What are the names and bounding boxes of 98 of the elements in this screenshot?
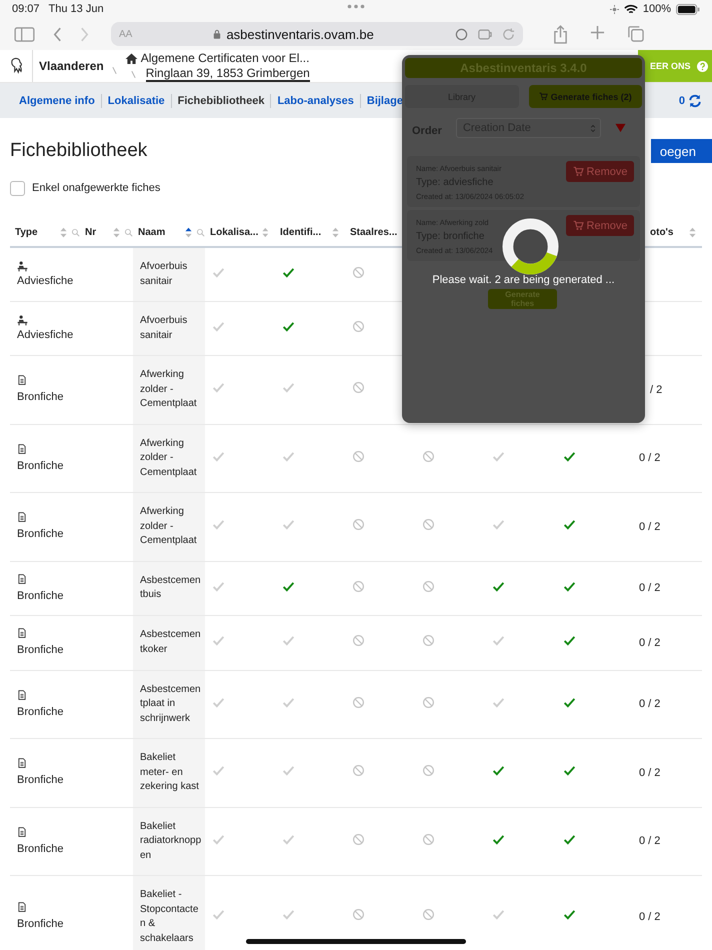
lion-logo[interactable] — [8, 57, 24, 75]
type-text: Bronfiche — [17, 704, 64, 719]
clock-time: 09:07 — [12, 3, 40, 15]
help-icon[interactable] — [696, 60, 708, 72]
type-text: Bronfiche — [17, 773, 64, 788]
address-bar[interactable]: AA asbestinventaris.ovam.be — [111, 22, 523, 46]
desk-icon — [17, 260, 28, 272]
wifi-icon — [624, 4, 638, 14]
dots-icon — [347, 4, 365, 9]
name-text: Afvoerbuis sanitair — [140, 315, 188, 340]
type-text: Bronfiche — [17, 458, 64, 473]
battery-percent: 100% — [642, 3, 671, 15]
type-text: Bronfiche — [17, 842, 64, 856]
type-text: Bronfiche — [17, 527, 64, 542]
loading-message: Please wait. 2 are being generated ... — [431, 274, 616, 286]
name-text: Afwerking zolder - Cementplaat — [140, 438, 197, 478]
name-text: Bakeliet meter- en zekering kast — [140, 752, 199, 792]
tabs-icon[interactable] — [627, 24, 644, 42]
sort-direction-icon[interactable] — [614, 123, 626, 133]
separator-icon — [112, 66, 117, 74]
desk-icon — [17, 314, 28, 326]
photo-count: 0 / 2 — [639, 698, 660, 710]
name-text: Afvoerbuis sanitair — [140, 261, 188, 286]
document-icon — [17, 690, 27, 700]
nav-tab[interactable]: Lokalisatie — [108, 92, 165, 108]
name-text: Afwerking zolder - Cementplaat — [140, 369, 197, 409]
photo-count: 0 / 2 — [639, 452, 660, 464]
search-icon[interactable] — [71, 228, 80, 236]
checkbox[interactable] — [10, 180, 25, 196]
forward-icon[interactable] — [80, 26, 89, 42]
nav-tab[interactable]: Bijlage — [366, 92, 403, 108]
photo-count: 0 / 2 — [639, 766, 660, 778]
type-text: Bronfiche — [17, 588, 64, 603]
reload-icon[interactable] — [502, 28, 515, 40]
name-text: Afwerking zolder - Cementplaat — [140, 506, 197, 546]
nav-tab[interactable]: Labo-analyses — [277, 92, 354, 108]
brand-name[interactable]: Vlaanderen — [33, 59, 112, 73]
column-header[interactable]: Nr — [85, 226, 96, 238]
cart-icon — [572, 220, 584, 231]
type-text: Bronfiche — [17, 390, 64, 404]
column-header[interactable]: Type — [15, 226, 38, 238]
separator-icon — [130, 70, 136, 78]
document-icon — [17, 758, 27, 768]
sidebar-icon[interactable] — [14, 26, 35, 42]
page-title: Fichebibliotheek — [10, 140, 148, 162]
back-icon[interactable] — [53, 26, 62, 42]
url-text: asbestinventaris.ovam.be — [226, 26, 374, 42]
extension-icon[interactable] — [455, 28, 468, 40]
document-icon — [17, 444, 27, 454]
column-header[interactable]: oto's — [650, 226, 674, 238]
type-text: Bronfiche — [17, 643, 64, 658]
checkbox-label: Enkel onafgewerkte fiches — [32, 182, 160, 194]
cart-icon — [538, 92, 548, 101]
document-icon — [17, 375, 27, 385]
document-icon — [17, 512, 27, 522]
photo-count: / 2 — [650, 384, 662, 396]
name-text: Asbestcementkoker — [140, 629, 201, 655]
type-text: Adviesfiche — [17, 328, 74, 342]
type-text: Adviesfiche — [17, 274, 74, 288]
name-text: Asbestcementbuis — [140, 574, 201, 600]
home-indicator[interactable] — [246, 939, 466, 944]
battery-icon — [676, 4, 700, 14]
sync-count: 0 — [678, 94, 685, 106]
column-header[interactable]: Lokalisa... — [210, 226, 258, 238]
chevron-icon — [590, 124, 596, 132]
photo-count: 0 / 2 — [639, 636, 660, 648]
search-icon[interactable] — [124, 228, 133, 236]
refresh-icon[interactable] — [688, 94, 702, 108]
document-icon — [17, 826, 27, 836]
name-text: Bakeliet radiatorknoppen — [140, 820, 202, 860]
photo-count: 0 / 2 — [639, 910, 660, 923]
photo-count: 0 / 2 — [639, 835, 660, 847]
photo-count: 0 / 2 — [639, 582, 660, 594]
breadcrumb-link[interactable]: Algemene Certificaten voor El... — [140, 51, 310, 65]
cart-icon — [572, 166, 584, 177]
share-icon[interactable] — [553, 24, 568, 44]
plus-icon[interactable] — [590, 24, 605, 40]
puzzle-icon[interactable] — [478, 28, 492, 40]
nav-tab[interactable]: Fichebibliotheek — [178, 92, 264, 108]
document-icon — [17, 574, 27, 584]
name-text: Bakeliet - Stopcontacten & schakelaars — [140, 889, 198, 944]
brightness-icon — [610, 4, 619, 14]
sort-icon[interactable] — [185, 226, 192, 238]
type-text: Bronfiche — [17, 917, 64, 932]
column-header[interactable]: Staalres... — [350, 226, 398, 238]
document-icon — [17, 628, 27, 638]
spinner-icon — [502, 218, 559, 275]
name-text: Asbestcementplaat in schrijnwerk — [140, 684, 201, 724]
column-header[interactable]: Identifi... — [280, 226, 322, 238]
date-text: Thu 13 Jun — [48, 3, 104, 15]
nav-tab[interactable]: Algemene info — [19, 92, 95, 108]
add-button[interactable]: oegen — [650, 139, 712, 163]
document-icon — [17, 902, 27, 912]
photo-count: 0 / 2 — [639, 520, 660, 532]
home-icon[interactable] — [124, 52, 138, 64]
search-icon[interactable] — [196, 228, 205, 236]
column-header[interactable]: Naam — [138, 226, 166, 238]
lock-icon — [213, 29, 222, 39]
